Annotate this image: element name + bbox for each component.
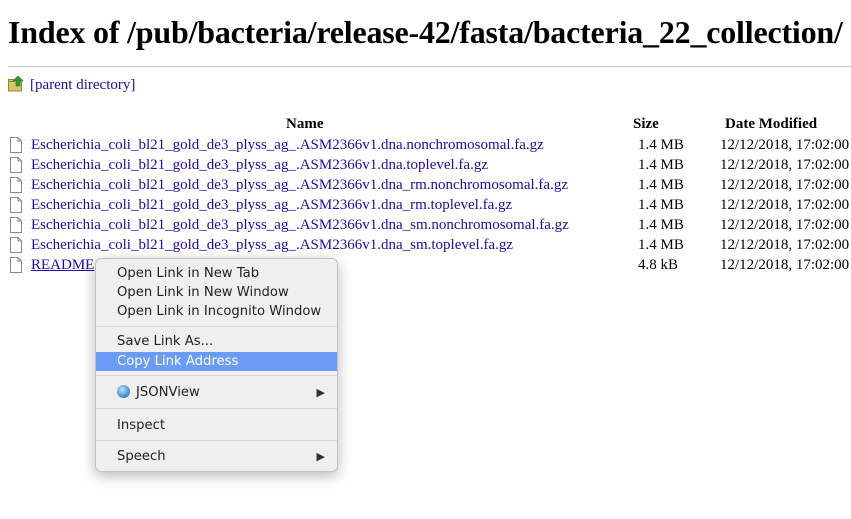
file-icon <box>10 137 22 153</box>
file-icon <box>10 217 22 233</box>
file-date: 12/12/2018, 17:02:00 <box>720 197 850 213</box>
folder-up-icon[interactable] <box>8 76 24 92</box>
readme-link[interactable]: README <box>31 257 94 274</box>
file-link[interactable]: Escherichia_coli_bl21_gold_de3_plyss_ag_… <box>31 197 512 214</box>
file-link[interactable]: Escherichia_coli_bl21_gold_de3_plyss_ag_… <box>31 237 513 254</box>
jsonview-icon <box>117 385 130 398</box>
menu-item-open-new-tab[interactable]: Open Link in New Tab <box>96 264 337 283</box>
file-date: 12/12/2018, 17:02:00 <box>720 177 850 193</box>
file-date: 12/12/2018, 17:02:00 <box>720 237 850 253</box>
parent-directory-link[interactable]: [parent directory] <box>30 77 135 94</box>
menu-item-inspect[interactable]: Inspect <box>96 416 337 435</box>
page-title: Index of /pub/bacteria/release-42/fasta/… <box>8 14 843 50</box>
file-link[interactable]: Escherichia_coli_bl21_gold_de3_plyss_ag_… <box>31 137 544 154</box>
menu-item-speech-label: Speech <box>117 449 166 464</box>
menu-item-jsonview[interactable]: JSONView ▶ <box>96 383 337 402</box>
menu-separator <box>96 375 337 376</box>
column-header-size[interactable]: Size <box>633 116 659 133</box>
file-icon <box>10 157 22 173</box>
file-icon <box>10 177 22 193</box>
file-link[interactable]: Escherichia_coli_bl21_gold_de3_plyss_ag_… <box>31 177 568 194</box>
file-date: 12/12/2018, 17:02:00 <box>720 137 850 153</box>
file-date: 12/12/2018, 17:02:00 <box>720 217 850 233</box>
file-icon <box>10 257 22 273</box>
menu-item-speech[interactable]: Speech ▶ <box>96 447 337 466</box>
context-menu: Open Link in New Tab Open Link in New Wi… <box>95 258 338 472</box>
file-date: 12/12/2018, 17:02:00 <box>720 157 850 173</box>
file-size: 1.4 MB <box>638 177 684 193</box>
file-size: 1.4 MB <box>638 217 684 233</box>
menu-separator <box>96 440 337 441</box>
menu-item-save-link-as[interactable]: Save Link As... <box>96 332 337 351</box>
column-header-date[interactable]: Date Modified <box>725 116 817 133</box>
menu-separator <box>96 408 337 409</box>
file-size: 1.4 MB <box>638 157 684 173</box>
file-icon <box>10 237 22 253</box>
file-size: 4.8 kB <box>638 257 679 273</box>
menu-separator <box>96 326 337 327</box>
file-size: 1.4 MB <box>638 197 684 213</box>
file-link[interactable]: Escherichia_coli_bl21_gold_de3_plyss_ag_… <box>31 157 488 174</box>
column-header-name[interactable]: Name <box>286 116 324 133</box>
submenu-arrow-icon: ▶ <box>316 386 325 399</box>
submenu-arrow-icon: ▶ <box>316 450 325 463</box>
menu-item-open-incognito[interactable]: Open Link in Incognito Window <box>96 302 337 321</box>
file-link[interactable]: Escherichia_coli_bl21_gold_de3_plyss_ag_… <box>31 217 569 234</box>
file-size: 1.4 MB <box>638 237 684 253</box>
menu-item-jsonview-label: JSONView <box>136 385 200 400</box>
header-divider <box>8 66 851 67</box>
menu-item-copy-link-address[interactable]: Copy Link Address <box>96 352 337 371</box>
file-icon <box>10 197 22 213</box>
file-date: 12/12/2018, 17:02:00 <box>720 257 850 273</box>
menu-item-open-new-window[interactable]: Open Link in New Window <box>96 283 337 302</box>
file-size: 1.4 MB <box>638 137 684 153</box>
